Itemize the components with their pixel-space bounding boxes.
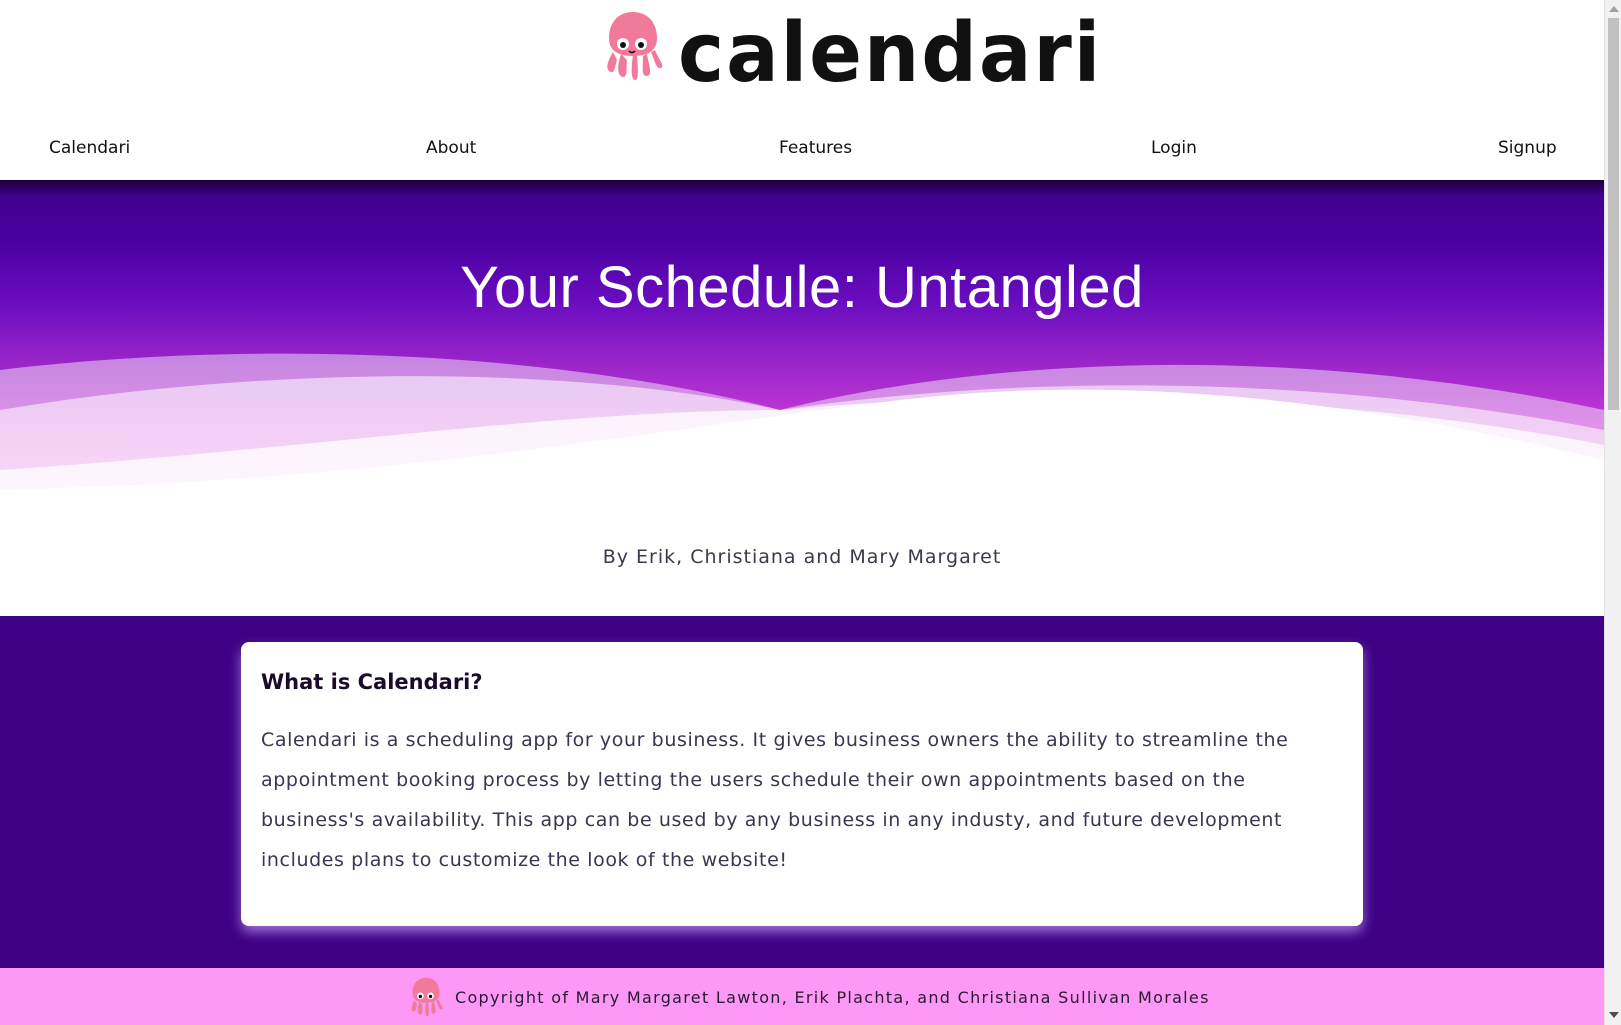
site-footer: Copyright of Mary Margaret Lawton, Erik … [0,968,1604,1025]
main-nav: Calendari About Features Login Signup [0,118,1604,180]
about-card: What is Calendari? Calendari is a schedu… [241,642,1363,926]
scroll-down-arrow-icon[interactable] [1609,1012,1619,1018]
scroll-up-arrow-icon[interactable] [1609,6,1619,12]
hero-title: Your Schedule: Untangled [460,255,1144,320]
viewport: calendari Calendari About Features Login… [0,0,1604,1025]
about-section: What is Calendari? Calendari is a schedu… [0,616,1604,968]
about-description: Calendari is a scheduling app for your b… [261,729,1289,871]
nav-item-signup[interactable]: Signup [1498,138,1557,158]
hero-waves [0,353,1604,620]
nav-item-features[interactable]: Features [779,138,852,158]
squid-mascot-icon [607,12,663,80]
vertical-scrollbar[interactable] [1604,0,1621,1025]
page: calendari Calendari About Features Login… [0,0,1621,1025]
nav-item-login[interactable]: Login [1151,138,1197,158]
squid-mascot-icon [411,977,443,1017]
authors-byline: By Erik, Christiana and Mary Margaret [602,546,1002,568]
logo-wordmark: calendari [678,6,1103,101]
copyright-text: Copyright of Mary Margaret Lawton, Erik … [455,988,1210,1007]
scrollbar-thumb[interactable] [1608,18,1619,410]
nav-item-about[interactable]: About [426,138,476,158]
nav-item-calendari[interactable]: Calendari [49,138,130,158]
about-heading: What is Calendari? [261,670,483,694]
hero-top-shadow [0,180,1604,196]
site-header: calendari [0,0,1604,118]
